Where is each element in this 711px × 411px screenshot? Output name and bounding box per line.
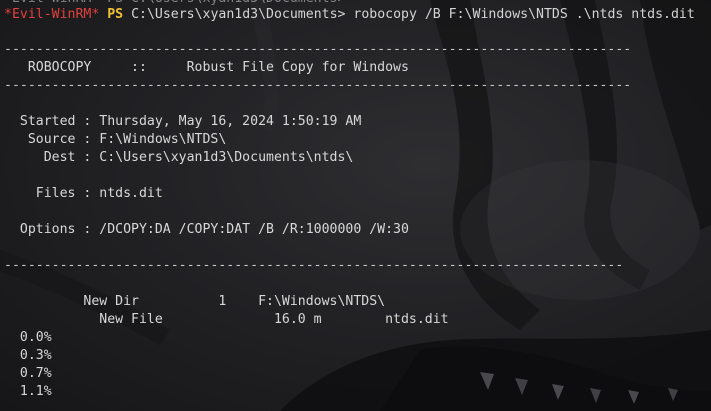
new-file-line: New File 16.0 m ntds.dit	[4, 312, 449, 327]
new-dir-line: New Dir 1 F:\Windows\NTDS\	[4, 294, 386, 309]
started-line: Started : Thursday, May 16, 2024 1:50:19…	[4, 114, 362, 129]
progress-line: 0.0%	[4, 330, 52, 345]
prompt-ps: PS	[107, 7, 124, 22]
prompt-line: *Evil-WinRM* PS C:\Users\xyan1d3\Documen…	[4, 6, 695, 24]
terminal-window[interactable]: *Evil-WinRM* PS C:\Users\xyan1d3\Documen…	[0, 0, 711, 411]
source-line: Source : F:\Windows\NTDS\	[4, 132, 227, 147]
prompt-path: C:\Users\xyan1d3\Documents>	[131, 7, 346, 22]
options-line: Options : /DCOPY:DA /COPY:DAT /B /R:1000…	[4, 222, 409, 237]
prompt-prefix: *Evil-WinRM*	[4, 7, 100, 22]
separator-line: ----------------------------------------…	[4, 42, 632, 57]
command-text: robocopy /B F:\Windows\NTDS .\ntds ntds.…	[353, 7, 695, 22]
dest-line: Dest : C:\Users\xyan1d3\Documents\ntds\	[4, 150, 354, 165]
progress-line: 1.1%	[4, 384, 52, 399]
robocopy-header: ROBOCOPY :: Robust File Copy for Windows	[4, 60, 409, 75]
progress-line: 0.7%	[4, 366, 52, 381]
separator-line: ----------------------------------------…	[4, 258, 624, 273]
separator-line: ----------------------------------------…	[4, 78, 632, 93]
files-line: Files : ntds.dit	[4, 186, 163, 201]
progress-line: 0.3%	[4, 348, 52, 363]
